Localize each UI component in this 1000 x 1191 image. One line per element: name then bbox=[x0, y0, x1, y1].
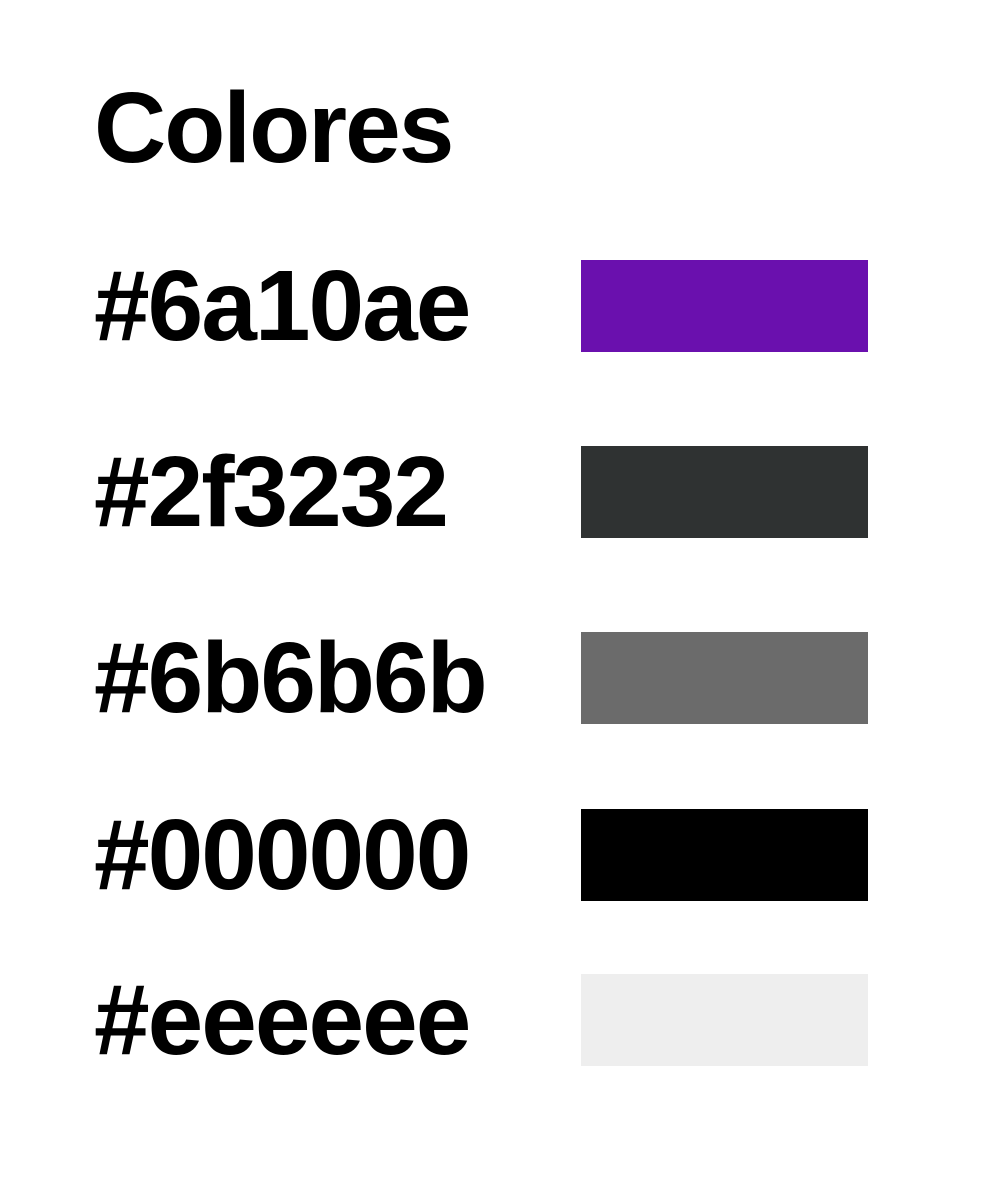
color-swatch bbox=[581, 260, 868, 352]
color-hex-label: #eeeeee bbox=[94, 964, 471, 1076]
color-row: #2f3232 bbox=[0, 442, 1000, 542]
color-row: #6b6b6b bbox=[0, 628, 1000, 728]
color-row: #6a10ae bbox=[0, 256, 1000, 356]
color-swatch bbox=[581, 632, 868, 724]
color-row: #eeeeee bbox=[0, 970, 1000, 1070]
color-hex-label: #2f3232 bbox=[94, 436, 449, 548]
color-hex-label: #6a10ae bbox=[94, 250, 471, 362]
page-title: Colores bbox=[94, 72, 454, 184]
color-row: #000000 bbox=[0, 805, 1000, 905]
color-hex-label: #000000 bbox=[94, 799, 471, 911]
color-swatch bbox=[581, 446, 868, 538]
color-swatch bbox=[581, 809, 868, 901]
color-hex-label: #6b6b6b bbox=[94, 622, 488, 734]
color-swatch bbox=[581, 974, 868, 1066]
